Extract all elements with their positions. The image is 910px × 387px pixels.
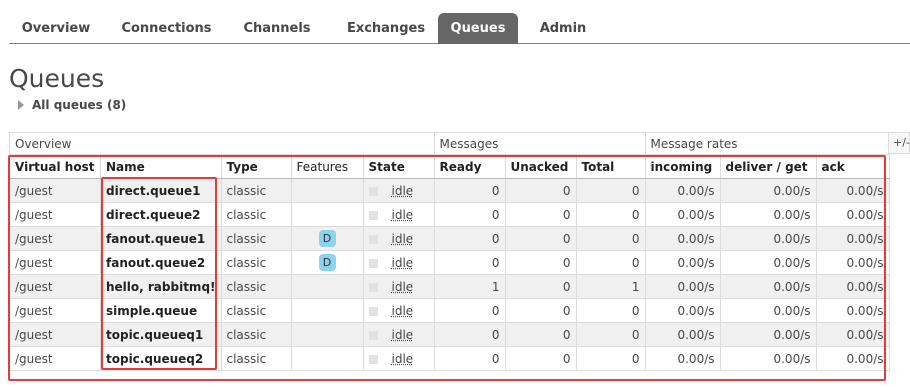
tab-queues[interactable]: Queues xyxy=(438,13,518,44)
top-nav: Overview Connections Channels Exchanges … xyxy=(9,13,910,44)
expand-triangle-icon xyxy=(18,100,24,110)
highlight-name-column-box xyxy=(101,177,217,370)
all-queues-label: All queues (8) xyxy=(32,98,127,112)
page-title: Queues xyxy=(9,64,105,93)
tab-admin[interactable]: Admin xyxy=(529,13,597,44)
tab-channels[interactable]: Channels xyxy=(231,13,323,44)
tab-exchanges[interactable]: Exchanges xyxy=(331,13,441,44)
all-queues-toggle[interactable]: All queues (8) xyxy=(18,98,126,112)
group-header-overview: Overview xyxy=(9,132,435,155)
tab-overview[interactable]: Overview xyxy=(9,13,103,44)
group-header-messages: Messages xyxy=(433,132,646,155)
column-options-button[interactable]: +/- xyxy=(888,132,910,154)
group-header-message-rates: Message rates xyxy=(644,132,890,155)
tab-connections[interactable]: Connections xyxy=(109,13,224,44)
